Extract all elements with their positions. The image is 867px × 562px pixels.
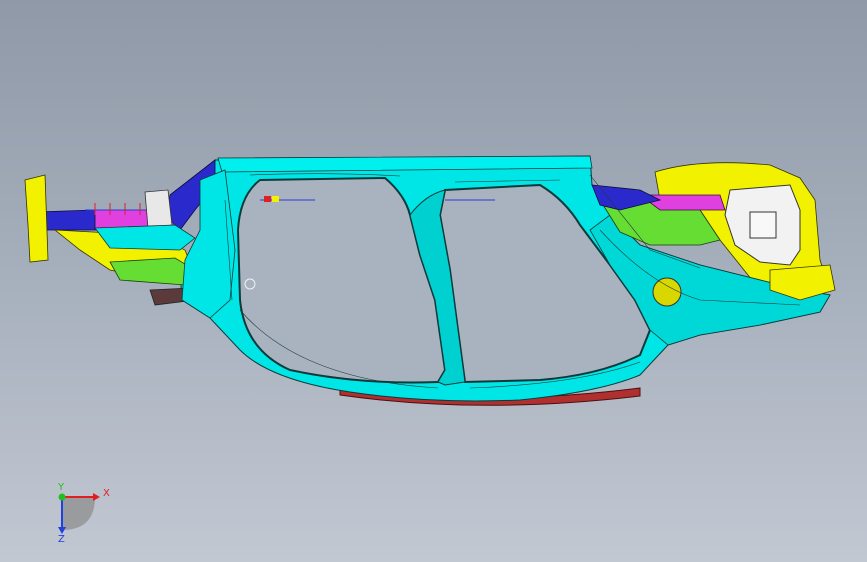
- y-axis-dot: [58, 493, 66, 501]
- x-axis-arrowhead: [93, 493, 100, 501]
- z-axis-label: Z: [58, 534, 65, 545]
- cad-viewport[interactable]: X Y Z: [0, 0, 867, 562]
- z-axis-arrowhead: [58, 527, 66, 534]
- y-axis-label: Y: [57, 482, 65, 493]
- triad-shadow: [62, 497, 95, 530]
- coordinate-triad: X Y Z: [57, 482, 110, 545]
- x-axis-label: X: [103, 488, 110, 499]
